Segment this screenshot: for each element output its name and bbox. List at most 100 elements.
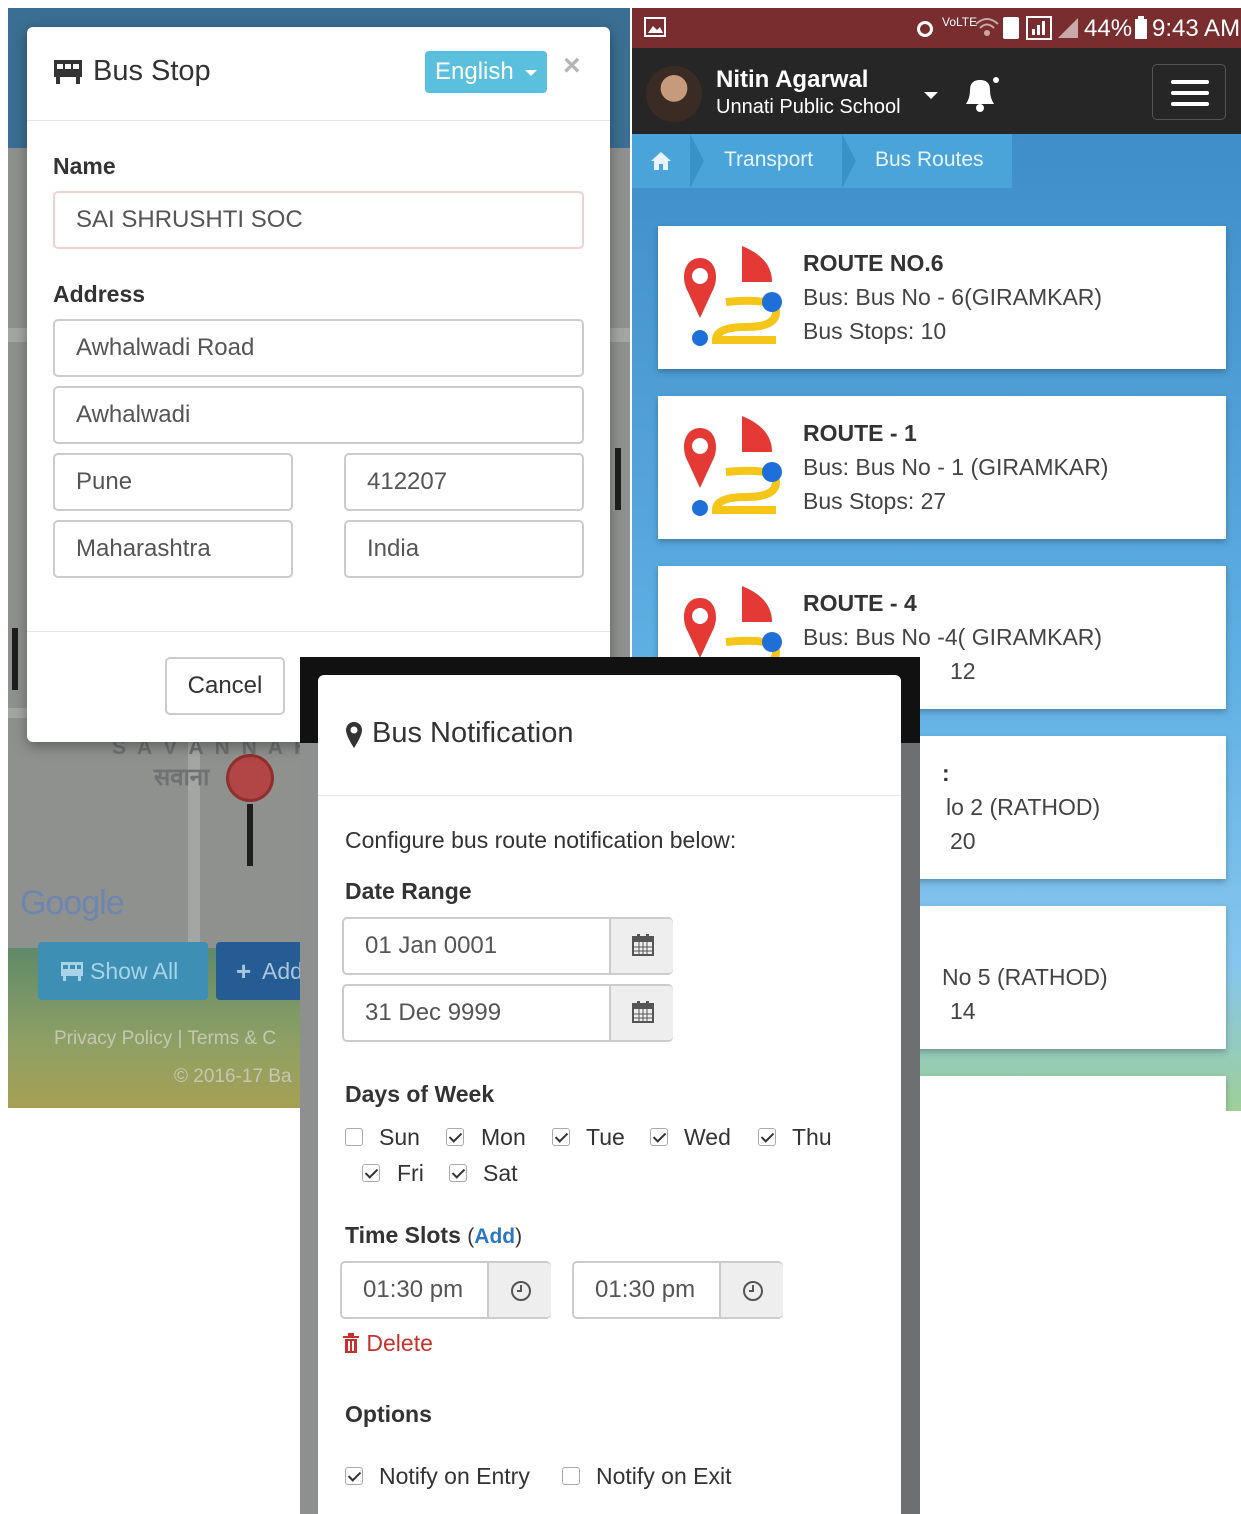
bus-notification-screen: Bus Notification Configure bus route not…	[300, 657, 920, 1514]
route-bus: Bus: Bus No - 6(GIRAMKAR)	[803, 284, 1103, 310]
address-line2-input[interactable]: Awhalwadi	[53, 386, 584, 444]
day-checkbox-thu[interactable]	[758, 1128, 776, 1146]
modal-title: Bus Notification	[372, 717, 574, 749]
footer-links[interactable]: Privacy Policy | Terms & C	[54, 1028, 276, 1050]
signal-box-icon	[1026, 16, 1052, 40]
modal-title: Bus Stop	[93, 55, 211, 87]
route-title: ROUTE NO.6	[803, 250, 944, 276]
description: Configure bus route notification below:	[345, 827, 737, 853]
notify-entry-label: Notify on Entry	[379, 1463, 530, 1489]
date-from-input[interactable]: 01 Jan 0001	[342, 917, 673, 975]
country-input[interactable]: India	[344, 520, 584, 578]
app-header: Nitin Agarwal Unnati Public School	[632, 48, 1241, 134]
name-input[interactable]: SAI SHRUSHTI SOC	[53, 191, 584, 249]
trash-icon	[343, 1333, 359, 1353]
bus-icon	[54, 60, 82, 84]
notify-exit-checkbox[interactable]	[562, 1467, 580, 1485]
battery-icon	[1135, 16, 1147, 39]
footer-copyright: © 2016-17 Ba	[174, 1066, 292, 1087]
battery-percent: 44%	[1084, 15, 1133, 42]
name-label: Name	[53, 153, 116, 179]
time-from-input[interactable]: 01:30 pm	[340, 1261, 551, 1319]
plus-icon: +	[236, 956, 252, 986]
add-time-slot-link[interactable]: Add	[474, 1225, 515, 1248]
modal-header: Bus Notification	[318, 675, 901, 796]
modal-header: Bus Stop English ×	[27, 27, 610, 121]
avatar[interactable]	[646, 66, 702, 122]
day-checkbox-wed[interactable]	[650, 1128, 668, 1146]
calendar-icon	[632, 934, 654, 956]
clock-button[interactable]	[719, 1263, 783, 1317]
wifi-icon	[975, 18, 999, 36]
day-label-sat: Sat	[483, 1160, 518, 1186]
day-label-sun: Sun	[379, 1124, 420, 1150]
home-icon[interactable]	[650, 151, 672, 171]
bus-stop-modal: Bus Stop English × Name SAI SHRUSHTI SOC…	[27, 27, 610, 742]
options-label: Options	[345, 1401, 432, 1427]
volte-indicator: VoLTE	[942, 15, 978, 29]
day-checkbox-mon[interactable]	[446, 1128, 464, 1146]
caret-down-icon	[525, 70, 537, 76]
time-slots-label: Time Slots (Add)	[345, 1222, 523, 1248]
route-title: ROUTE - 4	[803, 590, 917, 616]
route-title: ROUTE - 1	[803, 420, 917, 446]
calendar-button[interactable]	[609, 919, 673, 973]
clock-time: 9:43 AM	[1152, 15, 1241, 42]
day-label-thu: Thu	[792, 1124, 832, 1150]
map-place-label-local: सवाना	[154, 764, 210, 791]
day-checkbox-sun[interactable]	[345, 1128, 363, 1146]
calendar-icon	[632, 1001, 654, 1023]
map-marker-icon	[346, 722, 362, 748]
day-checkbox-tue[interactable]	[552, 1128, 570, 1146]
show-all-button[interactable]: Show All	[38, 942, 208, 1000]
clock-button[interactable]	[487, 1263, 551, 1317]
days-of-week-label: Days of Week	[345, 1081, 495, 1107]
image-icon	[644, 17, 666, 37]
cancel-button[interactable]: Cancel	[165, 657, 285, 715]
address-line1-input[interactable]: Awhalwadi Road	[53, 319, 584, 377]
clock-icon	[743, 1281, 763, 1301]
delete-time-slot-link[interactable]: Delete	[342, 1330, 433, 1357]
breadcrumb: Transport Bus Routes	[632, 134, 1012, 188]
signal-strength-icon	[1058, 18, 1078, 38]
day-label-tue: Tue	[586, 1124, 625, 1150]
route-title: :	[942, 760, 950, 786]
state-input[interactable]: Maharashtra	[53, 520, 293, 578]
school-name[interactable]: Unnati Public School	[716, 96, 901, 119]
route-card[interactable]: ROUTE NO.6 Bus: Bus No - 6(GIRAMKAR) Bus…	[658, 226, 1226, 369]
breadcrumb-transport[interactable]: Transport	[724, 148, 813, 172]
route-card[interactable]: ROUTE - 1 Bus: Bus No - 1 (GIRAMKAR) Bus…	[658, 396, 1226, 539]
hamburger-icon	[1171, 80, 1209, 84]
day-label-mon: Mon	[481, 1124, 526, 1150]
date-to-input[interactable]: 31 Dec 9999	[342, 984, 673, 1042]
day-label-fri: Fri	[397, 1160, 424, 1186]
user-name[interactable]: Nitin Agarwal	[716, 66, 868, 94]
city-input[interactable]: Pune	[53, 453, 293, 511]
route-bus: No 5 (RATHOD)	[942, 964, 1108, 990]
pincode-input[interactable]: 412207	[344, 453, 584, 511]
date-range-label: Date Range	[345, 878, 472, 904]
day-checkbox-sat[interactable]	[449, 1164, 467, 1182]
notify-exit-label: Notify on Exit	[596, 1463, 732, 1489]
route-stops: 20	[950, 828, 976, 854]
route-bus: Bus: Bus No - 1 (GIRAMKAR)	[803, 454, 1109, 480]
route-stops: Bus Stops: 10	[803, 318, 947, 344]
calendar-button[interactable]	[609, 986, 673, 1040]
alarm-icon	[917, 21, 933, 37]
google-logo: Google	[20, 884, 125, 922]
route-map-icon	[684, 246, 782, 346]
bus-stop-marker-icon[interactable]	[226, 754, 274, 802]
language-dropdown[interactable]: English	[425, 51, 547, 93]
bell-icon[interactable]	[958, 74, 1004, 116]
user-caret-down-icon[interactable]	[924, 92, 938, 99]
day-checkbox-fri[interactable]	[362, 1164, 380, 1182]
clock-icon	[511, 1281, 531, 1301]
menu-toggle-button[interactable]	[1152, 64, 1226, 120]
route-stops: 12	[950, 658, 976, 684]
close-icon[interactable]: ×	[563, 49, 581, 83]
notify-entry-checkbox[interactable]	[345, 1467, 363, 1485]
day-label-wed: Wed	[684, 1124, 731, 1150]
time-to-input[interactable]: 01:30 pm	[572, 1261, 783, 1319]
breadcrumb-bus-routes[interactable]: Bus Routes	[875, 148, 984, 172]
address-label: Address	[53, 281, 146, 307]
